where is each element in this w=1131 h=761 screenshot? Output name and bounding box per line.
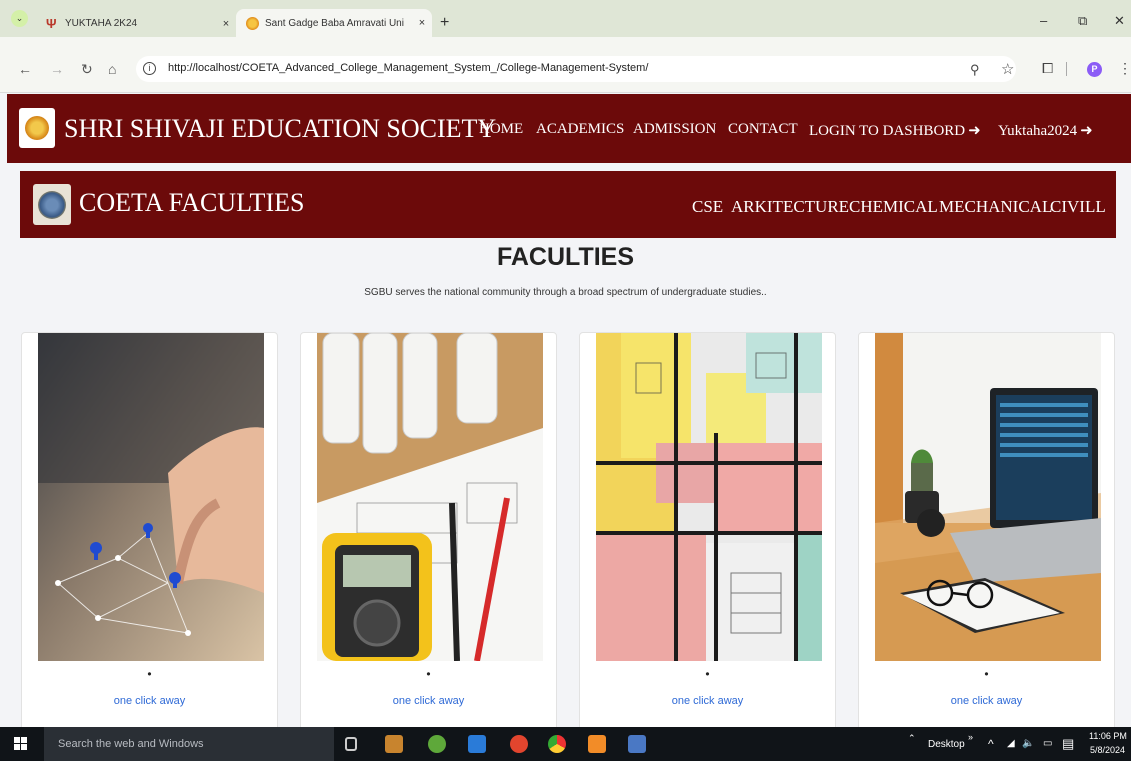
address-bar-row: ← → ↻ ⌂ i http://localhost/COETA_Advance… [0,37,1131,93]
subnav-chemical[interactable]: CHEMICAL [849,197,938,217]
forward-icon[interactable]: → [50,61,64,77]
desktop-toolbar[interactable]: Desktop [928,739,965,750]
store-icon[interactable] [385,735,403,753]
card-link[interactable]: one click away [22,695,277,707]
subnav-arkitecture[interactable]: ARKITECTURE [731,197,849,217]
orange-app-icon[interactable] [588,735,606,753]
yuktaha-favicon-icon: Ψ [46,16,57,31]
subnav-civill[interactable]: CIVILL [1050,197,1106,217]
taskbar-search-placeholder: Search the web and Windows [58,738,204,750]
home-icon[interactable]: ⌂ [108,61,116,77]
network-icon[interactable]: ◢ [1007,738,1015,749]
faculty-card: • one click away [21,332,278,732]
section-title: FACULTIES [496,243,635,271]
subnav-mechanical[interactable]: MECHANICAL [939,197,1052,217]
sgbau-favicon-icon [246,16,259,30]
nav-login-dashboard[interactable]: LOGIN TO DASHBORD ➜ [809,121,981,140]
blue-app-icon[interactable] [468,735,486,753]
clock-date[interactable]: 5/8/2024 [1090,745,1125,755]
card-dot: • [426,667,431,681]
tab-sgbau[interactable]: Sant Gadge Baba Amravati Uni × [236,9,432,37]
back-icon[interactable]: ← [18,61,32,77]
volume-icon[interactable]: 🔈 [1022,738,1034,749]
minimize-icon[interactable]: – [1040,13,1047,28]
site-info-icon[interactable]: i [143,62,156,75]
card-link[interactable]: one click away [580,695,835,707]
show-hidden-icons[interactable]: ^ [988,737,994,751]
section-subtitle: SGBU serves the national community throu… [364,287,767,298]
profile-avatar-icon[interactable]: P [1087,62,1102,77]
close-window-icon[interactable]: ✕ [1114,13,1125,29]
windows-start-icon[interactable] [14,737,28,751]
yuktaha-arrow-icon: ➜ [1080,123,1093,139]
tab-yuktaha[interactable]: Ψ YUKTAHA 2K24 × [46,10,236,37]
nav-yuktaha[interactable]: Yuktaha2024 ➜ [998,121,1093,140]
login-arrow-icon: ➜ [968,123,981,139]
nav-contact[interactable]: CONTACT [728,121,798,138]
tab-close-icon[interactable]: × [412,17,432,29]
windows-taskbar: Search the web and Windows ⌃ Desktop » ^… [0,727,1131,761]
site-brand[interactable]: SHRI SHIVAJI EDUCATION SOCIETY [64,114,496,144]
tab-search-icon[interactable]: ⌄ [11,10,28,27]
tab-close-icon[interactable]: × [216,18,236,30]
card-dot: • [984,667,989,681]
faculty-card: • one click away [858,332,1115,732]
faculty-card: • one click away [579,332,836,732]
card-link[interactable]: one click away [859,695,1114,707]
faculties-brand[interactable]: COETA FACULTIES [79,188,304,218]
extensions-icon[interactable]: ⧠ [1042,60,1053,77]
card-link[interactable]: one click away [301,695,556,707]
nav-home[interactable]: HOME [479,121,523,138]
faculty-card: • one click away [300,332,557,732]
zoom-icon[interactable]: ⚲ [970,62,980,78]
menu-kebab-icon[interactable]: ⋮ [1118,60,1131,77]
url-input[interactable]: i http://localhost/COETA_Advanced_Colleg… [136,56,1016,82]
nav-academics[interactable]: ACADEMICS [536,121,624,138]
multimeter-blueprints-image [317,333,543,661]
faculties-header: COETA FACULTIES CSE ARKITECTURE CHEMICAL… [20,171,1116,238]
toolbar-divider [1066,62,1067,76]
restore-icon[interactable]: ⧉ [1078,13,1087,29]
nav-yuktaha-label: Yuktaha2024 [998,123,1078,139]
tray-scroll-icon[interactable]: ⌃ [908,733,916,744]
laptop-desk-image [875,333,1101,661]
task-view-icon[interactable] [345,737,357,751]
tab-title: Sant Gadge Baba Amravati Uni [265,17,404,29]
card-dot: • [705,667,710,681]
chrome-icon[interactable] [548,735,566,753]
url-text[interactable]: http://localhost/COETA_Advanced_College_… [168,62,648,74]
red-app-icon[interactable] [510,735,528,753]
coeta-logo[interactable] [33,184,71,225]
new-tab-button[interactable]: + [440,14,449,32]
tab-title: YUKTAHA 2K24 [65,18,138,29]
bookmark-star-icon[interactable]: ☆ [1001,60,1014,78]
network-pins-image [38,333,264,661]
nav-login-label: LOGIN TO DASHBORD [809,123,966,139]
battery-icon[interactable]: ▭ [1043,738,1052,749]
desktop-expand-icon[interactable]: » [968,732,973,742]
subnav-cse[interactable]: CSE [692,197,723,217]
floor-plan-image [596,333,822,661]
notifications-icon[interactable]: ▤ [1062,736,1074,752]
nav-admission[interactable]: ADMISSION [633,121,716,138]
clock-time[interactable]: 11:06 PM [1089,731,1127,741]
card-dot: • [147,667,152,681]
site-header: SHRI SHIVAJI EDUCATION SOCIETY HOME ACAD… [7,94,1131,163]
taskbar-search-box[interactable]: Search the web and Windows [44,727,334,761]
green-app-icon[interactable] [428,735,446,753]
notes-app-icon[interactable] [628,735,646,753]
browser-tab-strip: ⌄ Ψ YUKTAHA 2K24 × Sant Gadge Baba Amrav… [0,0,1131,37]
society-logo[interactable] [19,108,55,148]
reload-icon[interactable]: ↻ [81,61,93,78]
